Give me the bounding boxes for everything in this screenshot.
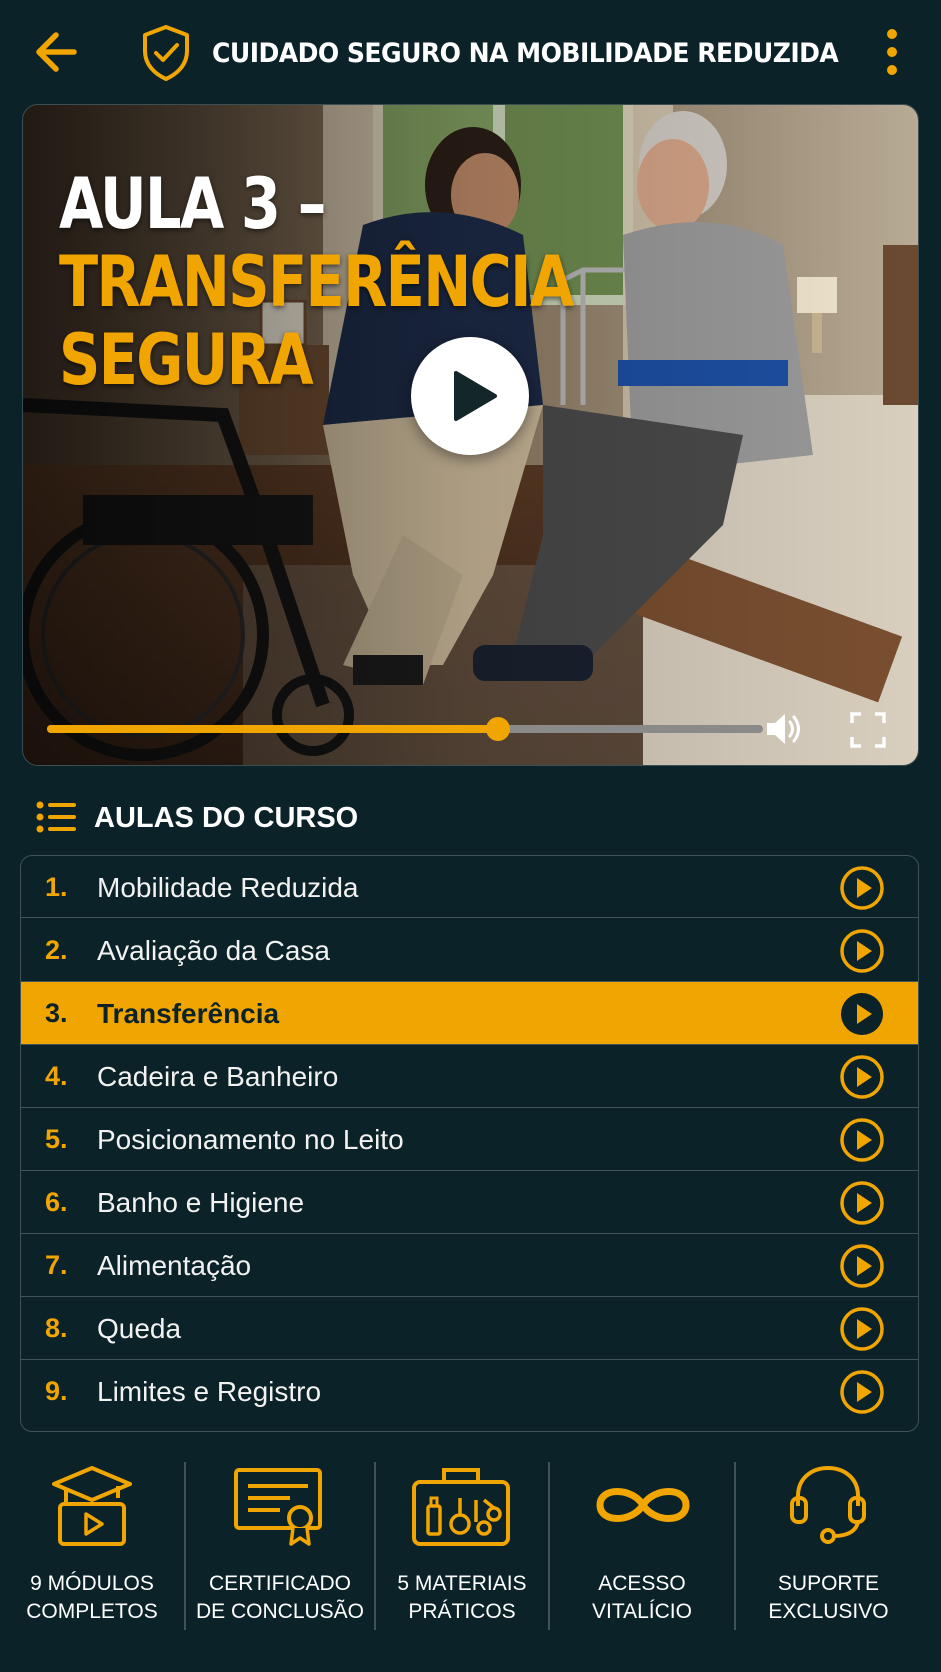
lesson-item[interactable]: 1. Mobilidade Reduzida <box>21 856 918 918</box>
play-circle-icon <box>841 993 883 1035</box>
lessons-section-title: AULAS DO CURSO <box>94 802 359 834</box>
play-circle-icon <box>840 1307 884 1351</box>
lesson-item[interactable]: 8. Queda <box>21 1297 918 1360</box>
lesson-list: 1. Mobilidade Reduzida 2. Avaliação da Casa… <box>20 855 919 1432</box>
lesson-number: 3. <box>45 998 68 1028</box>
play-circle-icon <box>840 1181 884 1225</box>
lesson-play-button[interactable] <box>839 928 885 974</box>
lesson-number: 5. <box>45 1124 68 1154</box>
lesson-item[interactable]: 4. Cadeira e Banheiro <box>21 1045 918 1108</box>
lesson-number: 9. <box>45 1376 68 1406</box>
lesson-play-button[interactable] <box>839 1243 885 1289</box>
play-circle-icon <box>840 1244 884 1288</box>
lesson-play-button[interactable] <box>839 1369 885 1415</box>
play-circle-icon <box>840 1118 884 1162</box>
lesson-play-button[interactable] <box>839 1054 885 1100</box>
feature-line1: ACESSO <box>598 1572 686 1595</box>
medical-kit-icon <box>412 1468 510 1546</box>
lesson-label: Alimentação <box>97 1250 252 1281</box>
lesson-label: Banho e Higiene <box>97 1187 305 1218</box>
volume-button[interactable] <box>763 709 805 749</box>
lesson-item[interactable]: 7. Alimentação <box>21 1234 918 1297</box>
play-circle-icon <box>840 1370 884 1414</box>
lesson-label: Queda <box>97 1313 182 1344</box>
lesson-play-button[interactable] <box>839 991 885 1037</box>
lesson-label: Mobilidade Reduzida <box>97 872 359 903</box>
lesson-number: 2. <box>45 935 68 965</box>
feature-text: 9 MÓDULOS COMPLETOS <box>0 1570 184 1626</box>
lesson-play-button[interactable] <box>839 865 885 911</box>
play-circle-icon <box>840 929 884 973</box>
lesson-number: 4. <box>45 1061 68 1091</box>
feature-item: 5 MATERIAIS PRÁTICOS <box>376 1462 548 1632</box>
certificate-icon <box>234 1468 322 1546</box>
feature-item: SUPORTE EXCLUSIVO <box>736 1462 921 1632</box>
video-title-line2: TRANSFERÊNCIA <box>59 241 574 323</box>
feature-line1: 9 MÓDULOS <box>30 1572 154 1595</box>
lesson-number: 7. <box>45 1250 68 1280</box>
play-circle-icon <box>840 866 884 910</box>
video-player[interactable]: AULA 3 – TRANSFERÊNCIA SEGURA <box>22 104 919 766</box>
list-icon <box>36 800 78 834</box>
feature-item: ACESSO VITALÍCIO <box>550 1462 734 1632</box>
lesson-label: Cadeira e Banheiro <box>97 1061 339 1092</box>
app-header: CUIDADO SEGURO NA MOBILIDADE REDUZIDA <box>0 0 941 104</box>
video-progress-fill <box>47 725 499 733</box>
feature-text: SUPORTE EXCLUSIVO <box>736 1570 921 1626</box>
feature-line2: DE CONCLUSÃO <box>195 1600 365 1623</box>
feature-line2: COMPLETOS <box>26 1600 158 1623</box>
app-title: CUIDADO SEGURO NA MOBILIDADE REDUZIDA <box>212 38 839 69</box>
lesson-item[interactable]: 3. Transferência <box>21 982 918 1045</box>
shield-check-icon <box>140 24 192 82</box>
arrow-left-icon <box>36 32 77 72</box>
play-circle-icon <box>840 1055 884 1099</box>
lesson-item[interactable]: 5. Posicionamento no Leito <box>21 1108 918 1171</box>
lesson-label: Transferência <box>97 998 280 1029</box>
lesson-play-button[interactable] <box>839 1306 885 1352</box>
video-progress-knob[interactable] <box>486 717 511 741</box>
lesson-number: 1. <box>45 872 68 902</box>
lesson-play-button[interactable] <box>839 1117 885 1163</box>
feature-line2: EXCLUSIVO <box>768 1600 889 1623</box>
video-title: AULA 3 – TRANSFERÊNCIA SEGURA <box>59 163 574 401</box>
feature-line2: PRÁTICOS <box>408 1600 516 1623</box>
feature-item: 9 MÓDULOS COMPLETOS <box>0 1462 184 1632</box>
more-options-button[interactable] <box>876 24 908 80</box>
lesson-item[interactable]: 2. Avaliação da Casa <box>21 919 918 982</box>
lesson-play-button[interactable] <box>839 1180 885 1226</box>
feature-line1: 5 MATERIAIS <box>397 1572 527 1595</box>
play-button[interactable] <box>411 337 529 455</box>
headset-icon <box>790 1465 866 1544</box>
feature-text: CERTIFICADO DE CONCLUSÃO <box>186 1570 374 1626</box>
feature-text: 5 MATERIAIS PRÁTICOS <box>376 1570 548 1626</box>
lesson-number: 6. <box>45 1187 68 1217</box>
volume-icon <box>767 714 800 744</box>
lesson-number: 8. <box>45 1313 68 1343</box>
lesson-item[interactable]: 6. Banho e Higiene <box>21 1171 918 1234</box>
back-button[interactable] <box>30 26 86 78</box>
video-progress-bar[interactable] <box>47 717 763 741</box>
play-icon <box>454 371 497 421</box>
lesson-item[interactable]: 9. Limites e Registro <box>21 1360 918 1423</box>
feature-text: ACESSO VITALÍCIO <box>550 1570 734 1626</box>
video-title-line1: AULA 3 – <box>59 163 326 245</box>
fullscreen-icon <box>850 712 886 748</box>
lesson-label: Avaliação da Casa <box>97 935 330 966</box>
lesson-label: Posicionamento no Leito <box>97 1124 404 1155</box>
feature-line1: SUPORTE <box>777 1572 880 1595</box>
graduation-video-icon <box>52 1466 132 1546</box>
fullscreen-button[interactable] <box>849 711 887 749</box>
kebab-menu-icon <box>887 29 897 75</box>
video-title-line3: SEGURA <box>59 319 314 401</box>
infinity-icon <box>596 1488 690 1522</box>
feature-item: CERTIFICADO DE CONCLUSÃO <box>186 1462 374 1632</box>
feature-line1: CERTIFICADO <box>209 1572 351 1595</box>
lesson-label: Limites e Registro <box>97 1376 322 1407</box>
feature-line2: VITALÍCIO <box>592 1600 692 1623</box>
